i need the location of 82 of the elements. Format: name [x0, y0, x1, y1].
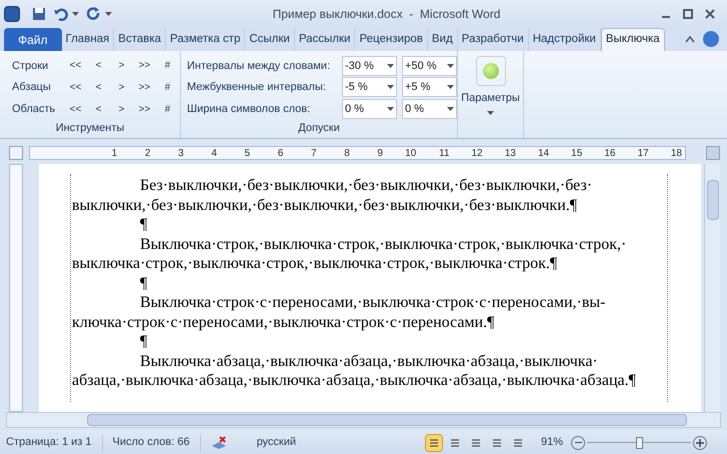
- horizontal-scrollbar[interactable]: [6, 412, 721, 428]
- ribbon-tab[interactable]: Выключка: [600, 28, 665, 51]
- zoom-thumb[interactable]: [636, 436, 643, 448]
- ribbon-button[interactable]: <<: [64, 58, 87, 74]
- field-label: Межбуквенные интервалы:: [187, 80, 327, 96]
- horizontal-ruler: 1 2 3 4 5 6 7 8 9 10 11 12 13 14 15 16 17 18: [29, 146, 686, 160]
- dropdown-field[interactable]: +5 %: [402, 77, 457, 98]
- paragraph-line: абзаца,·выключка·абзаца,·выключка·абзаца,·выключка·абзаца,·выключка·абзаца.¶: [72, 371, 637, 390]
- dropdown-field[interactable]: -30 %: [342, 56, 397, 76]
- dropdown-caret-icon: [447, 107, 454, 112]
- view-button[interactable]: [424, 434, 443, 452]
- undo-icon[interactable]: [54, 6, 68, 20]
- dropdown-caret-icon: [447, 85, 454, 90]
- row-label: Строки: [12, 58, 50, 74]
- ribbon-button[interactable]: #: [156, 80, 179, 95]
- page-count[interactable]: Страница: 1 из 1: [6, 434, 103, 451]
- zoom-slider[interactable]: [587, 436, 691, 450]
- close-icon[interactable]: [705, 8, 715, 18]
- dropdown-field[interactable]: 0 %: [402, 99, 457, 120]
- paragraph-line: ¶: [139, 332, 148, 352]
- group-label: Инструменты: [54, 121, 126, 136]
- ribbon-button[interactable]: #: [156, 102, 179, 117]
- paragraph-line: ¶: [139, 274, 148, 293]
- paragraph-line: Выключка·строк,·выключка·строк,·выключка·строк,·выключка·строк,·: [139, 234, 628, 254]
- page-view-icon: [470, 438, 481, 448]
- page-view-icon: [428, 438, 439, 448]
- paragraph-line: ключка·строк·с·переносами,·выключка·строк·с·переносами.¶: [72, 312, 496, 332]
- paragraph-line: Без·выключки,·без·выключки,·без·выключки,·без·выключки,·без·: [139, 176, 594, 196]
- status-light-icon: [482, 63, 498, 79]
- page-view-icon: [450, 438, 460, 448]
- save-icon[interactable]: [32, 6, 46, 20]
- paragraph-line: ¶: [139, 215, 148, 234]
- ribbon-button[interactable]: >: [110, 80, 133, 95]
- parameters-button[interactable]: Параметры: [458, 51, 524, 138]
- customize-caret-icon: [105, 12, 112, 16]
- ribbon-button[interactable]: >>: [133, 102, 156, 117]
- dropdown-field[interactable]: -5 %: [342, 77, 397, 98]
- scroll-thumb[interactable]: [706, 180, 718, 220]
- proofing-icon[interactable]: [210, 436, 227, 450]
- row-label: Абзацы: [12, 80, 52, 96]
- undo-caret-icon: [72, 12, 79, 16]
- zoom-out-icon[interactable]: [571, 436, 585, 450]
- dropdown-caret-icon: [387, 85, 394, 90]
- vertical-scrollbar[interactable]: [704, 164, 720, 412]
- maximize-icon[interactable]: [683, 8, 693, 18]
- ribbon-button[interactable]: >>: [133, 80, 156, 95]
- scroll-thumb[interactable]: [87, 414, 687, 426]
- ruler-toggle-icon[interactable]: [706, 146, 720, 160]
- paragraph-line: Выключка·строк·с·переносами,·выключка·строк·с·переносами,·вы-: [139, 293, 606, 312]
- redo-icon[interactable]: [87, 6, 101, 20]
- dropdown-field[interactable]: +50 %: [402, 56, 457, 76]
- ribbon-button[interactable]: <<: [64, 80, 87, 95]
- dropdown-caret-icon: [387, 107, 394, 112]
- ribbon-button[interactable]: >>: [133, 58, 156, 74]
- ribbon-button[interactable]: #: [156, 58, 179, 74]
- field-label: Интервалы между словами:: [187, 58, 331, 74]
- paragraph-line: Выключка·абзаца,·выключка·абзаца,·выключка·абзаца,·выключка·: [139, 352, 599, 371]
- ribbon-button[interactable]: <: [87, 80, 110, 95]
- ribbon-button[interactable]: >: [110, 102, 133, 117]
- paragraph-line: выключки,·без·выключки,·без·выключки,·без·выключки,·без·выключки.¶: [72, 196, 578, 215]
- page-view-icon: [492, 438, 502, 448]
- window-title: Пример выключки.docx - Microsoft Word: [272, 6, 502, 22]
- ribbon-button[interactable]: <<: [64, 102, 87, 117]
- help-icon[interactable]: [703, 31, 719, 47]
- collapse-ribbon-icon[interactable]: [685, 35, 695, 43]
- dropdown-caret-icon: [447, 64, 454, 68]
- dropdown-caret-icon: [487, 110, 494, 114]
- paragraph-line: выключка·строк,·выключка·строк,·выключка·строк,·выключка·строк.¶: [72, 254, 558, 274]
- word-count[interactable]: Число слов: 66: [102, 434, 201, 451]
- file-tab[interactable]: Файл: [4, 28, 62, 51]
- zoom-in-icon[interactable]: [693, 436, 707, 450]
- ribbon-button[interactable]: >: [110, 58, 133, 74]
- dropdown-caret-icon: [387, 64, 394, 68]
- group-label: Допуски: [297, 121, 341, 136]
- ribbon-button[interactable]: <: [87, 102, 110, 117]
- row-label: Область: [12, 102, 56, 117]
- ribbon-button[interactable]: <: [87, 58, 110, 74]
- zoom-level[interactable]: 91%: [540, 434, 563, 451]
- language-label[interactable]: русский: [256, 434, 296, 451]
- dropdown-field[interactable]: 0 %: [342, 99, 397, 120]
- page-view-icon: [512, 438, 523, 448]
- field-label: Ширина символов слов:: [187, 102, 312, 117]
